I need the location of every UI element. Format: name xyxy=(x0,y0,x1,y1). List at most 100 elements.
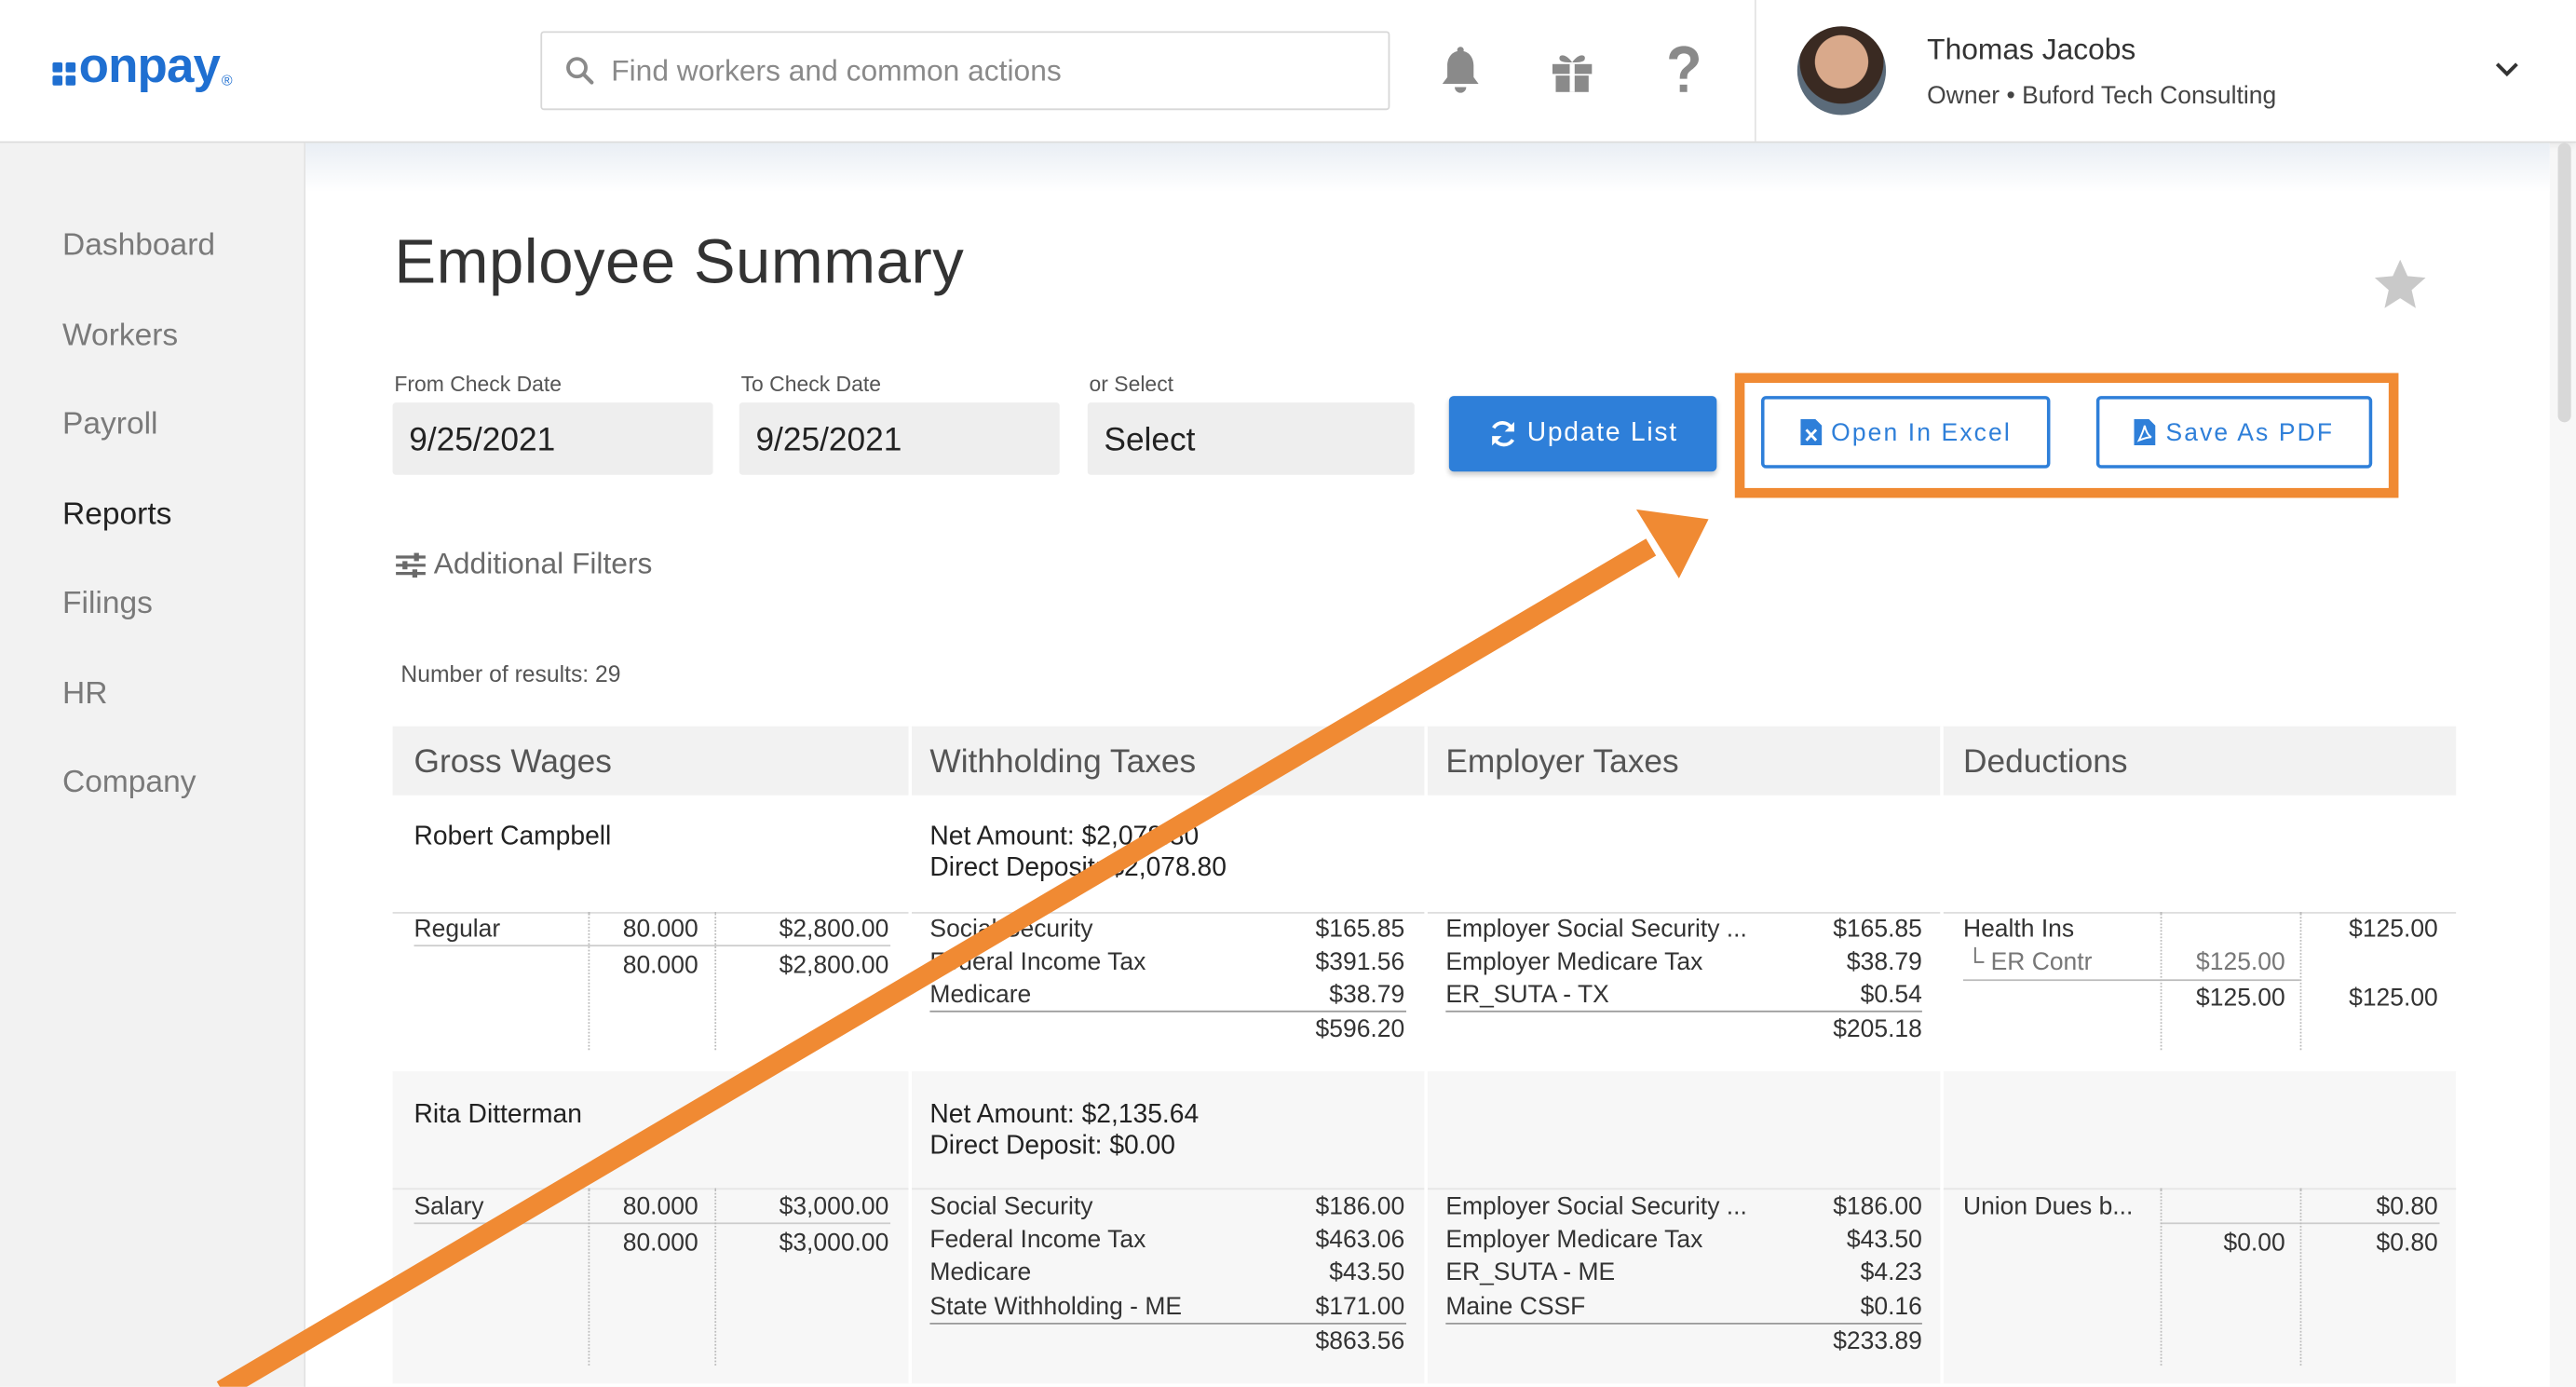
sidebar-item-company[interactable]: Company xyxy=(62,766,196,802)
employer-tax-name: Employer Social Security ... xyxy=(1445,1192,1747,1221)
sidebar: Dashboard Workers Payroll Reports Filing… xyxy=(0,143,306,1387)
from-date-label: From Check Date xyxy=(394,371,563,397)
employer-tax-name: Employer Medicare Tax xyxy=(1445,1225,1703,1254)
tax-amount: $391.56 xyxy=(1315,947,1405,976)
direct-deposit: Direct Deposit: $0.00 xyxy=(929,1132,1175,1161)
app-root: onpay ® Thomas Jacobs Owner • Buford Tec… xyxy=(0,0,2576,1387)
tax-name: Social Security xyxy=(929,915,1093,944)
sidebar-item-filings[interactable]: Filings xyxy=(62,587,153,623)
header-shadow xyxy=(305,143,2550,193)
help-button[interactable] xyxy=(1656,43,1712,99)
notifications-button[interactable] xyxy=(1432,43,1488,99)
employer-tax-name: Employer Social Security ... xyxy=(1445,915,1747,944)
tax-name: Federal Income Tax xyxy=(929,947,1146,976)
column-divider xyxy=(2160,912,2162,1051)
tax-total-line xyxy=(929,1010,1406,1013)
additional-filters-label: Additional Filters xyxy=(433,547,653,580)
tax-amount: $43.50 xyxy=(1329,1258,1405,1287)
wage-hours: 80.000 xyxy=(622,1192,698,1221)
employer-tax-total: $205.18 xyxy=(1833,1015,1922,1044)
header-gross-wages: Gross Wages xyxy=(414,744,612,781)
employer-tax-total: $233.89 xyxy=(1833,1327,1922,1356)
employer-tax-name: ER_SUTA - ME xyxy=(1445,1258,1616,1287)
wage-underline xyxy=(414,945,891,947)
employer-tax-amount: $43.50 xyxy=(1846,1225,1922,1254)
update-list-label: Update List xyxy=(1526,418,1678,447)
tax-amount: $165.85 xyxy=(1315,915,1405,944)
vertical-scrollbar[interactable] xyxy=(2557,143,2571,423)
column-gutter xyxy=(1424,726,1428,1384)
wage-total-amount: $2,800.00 xyxy=(779,951,889,980)
deduction-total: $125.00 xyxy=(2349,984,2438,1013)
column-divider xyxy=(2160,1188,2162,1366)
tax-name: Federal Income Tax xyxy=(929,1225,1146,1254)
employer-total-line xyxy=(1445,1010,1922,1013)
column-gutter xyxy=(908,726,913,1384)
bell-icon xyxy=(1442,47,1479,93)
header-deductions: Deductions xyxy=(1962,744,2128,781)
tax-amount: $171.00 xyxy=(1315,1293,1405,1322)
sidebar-item-hr[interactable]: HR xyxy=(62,677,107,714)
net-amount: Net Amount: $2,078.80 xyxy=(929,823,1200,851)
deduction-total-contr: $125.00 xyxy=(2196,984,2285,1013)
wage-hours: 80.000 xyxy=(622,915,698,944)
additional-filters-toggle[interactable]: Additional Filters xyxy=(394,547,652,581)
sidebar-item-reports[interactable]: Reports xyxy=(62,497,171,534)
from-date-field[interactable]: 9/25/2021 xyxy=(392,402,713,475)
column-divider xyxy=(714,912,717,1051)
employer-tax-name: Employer Medicare Tax xyxy=(1445,947,1703,976)
column-divider xyxy=(588,1188,590,1366)
direct-deposit: Direct Deposit: $2,078.80 xyxy=(929,854,1227,883)
search-box[interactable] xyxy=(540,31,1390,111)
to-date-field[interactable]: 9/25/2021 xyxy=(739,402,1060,475)
search-icon xyxy=(566,57,594,85)
gifts-button[interactable] xyxy=(1544,43,1600,99)
deduction-name: Health Ins xyxy=(1962,915,2075,944)
page-title: Employee Summary xyxy=(394,228,965,298)
sidebar-item-workers[interactable]: Workers xyxy=(62,319,178,355)
tax-name: Medicare xyxy=(929,1258,1032,1287)
main-content: Employee Summary From Check Date 9/25/20… xyxy=(305,143,2550,1387)
deduction-name: Union Dues b... xyxy=(1962,1192,2134,1221)
chevron-down-icon[interactable] xyxy=(2490,56,2523,82)
sidebar-item-dashboard[interactable]: Dashboard xyxy=(62,228,215,265)
header-divider xyxy=(1754,0,1756,142)
employer-tax-amount: $0.54 xyxy=(1860,981,1922,1010)
filter-sliders-icon xyxy=(396,551,426,578)
employer-tax-amount: $186.00 xyxy=(1833,1192,1922,1221)
avatar[interactable] xyxy=(1796,26,1887,116)
wage-total-hours: 80.000 xyxy=(622,1229,698,1258)
tax-total: $863.56 xyxy=(1315,1327,1405,1356)
update-list-button[interactable]: Update List xyxy=(1448,396,1717,472)
wage-type: Salary xyxy=(414,1192,484,1221)
period-select[interactable]: Select xyxy=(1087,402,1415,475)
wage-total-amount: $3,000.00 xyxy=(779,1229,889,1258)
period-select-label: or Select xyxy=(1089,371,1174,397)
deduction-amount: $0.80 xyxy=(2376,1192,2438,1221)
results-count: Number of results: 29 xyxy=(400,660,621,687)
employer-tax-amount: $4.23 xyxy=(1860,1258,1922,1287)
star-icon[interactable] xyxy=(2372,258,2428,310)
deduction-sub-name: └ ER Contr xyxy=(1966,947,2093,976)
deduction-total: $0.80 xyxy=(2376,1229,2438,1258)
deduction-amount: $125.00 xyxy=(2349,915,2438,944)
employee-name[interactable]: Robert Campbell xyxy=(414,823,612,853)
help-icon xyxy=(1669,46,1699,92)
column-divider xyxy=(2299,1188,2302,1366)
sidebar-item-payroll[interactable]: Payroll xyxy=(62,407,157,443)
tax-total-line xyxy=(929,1323,1406,1325)
employer-tax-amount: $38.79 xyxy=(1846,947,1922,976)
refresh-icon xyxy=(1491,421,1514,447)
tax-name: Medicare xyxy=(929,981,1032,1010)
employer-total-line xyxy=(1445,1323,1922,1325)
onpay-logo[interactable]: onpay ® xyxy=(52,42,233,92)
search-input[interactable] xyxy=(607,51,1337,90)
employee-name[interactable]: Rita Ditterman xyxy=(414,1101,582,1131)
wage-amount: $3,000.00 xyxy=(779,1192,889,1221)
employer-tax-amount: $0.16 xyxy=(1860,1293,1922,1322)
column-divider xyxy=(2299,912,2302,1051)
gift-icon xyxy=(1552,55,1593,92)
column-gutter xyxy=(1940,726,1944,1384)
wage-type: Regular xyxy=(414,915,501,944)
employer-tax-amount: $165.85 xyxy=(1833,915,1922,944)
